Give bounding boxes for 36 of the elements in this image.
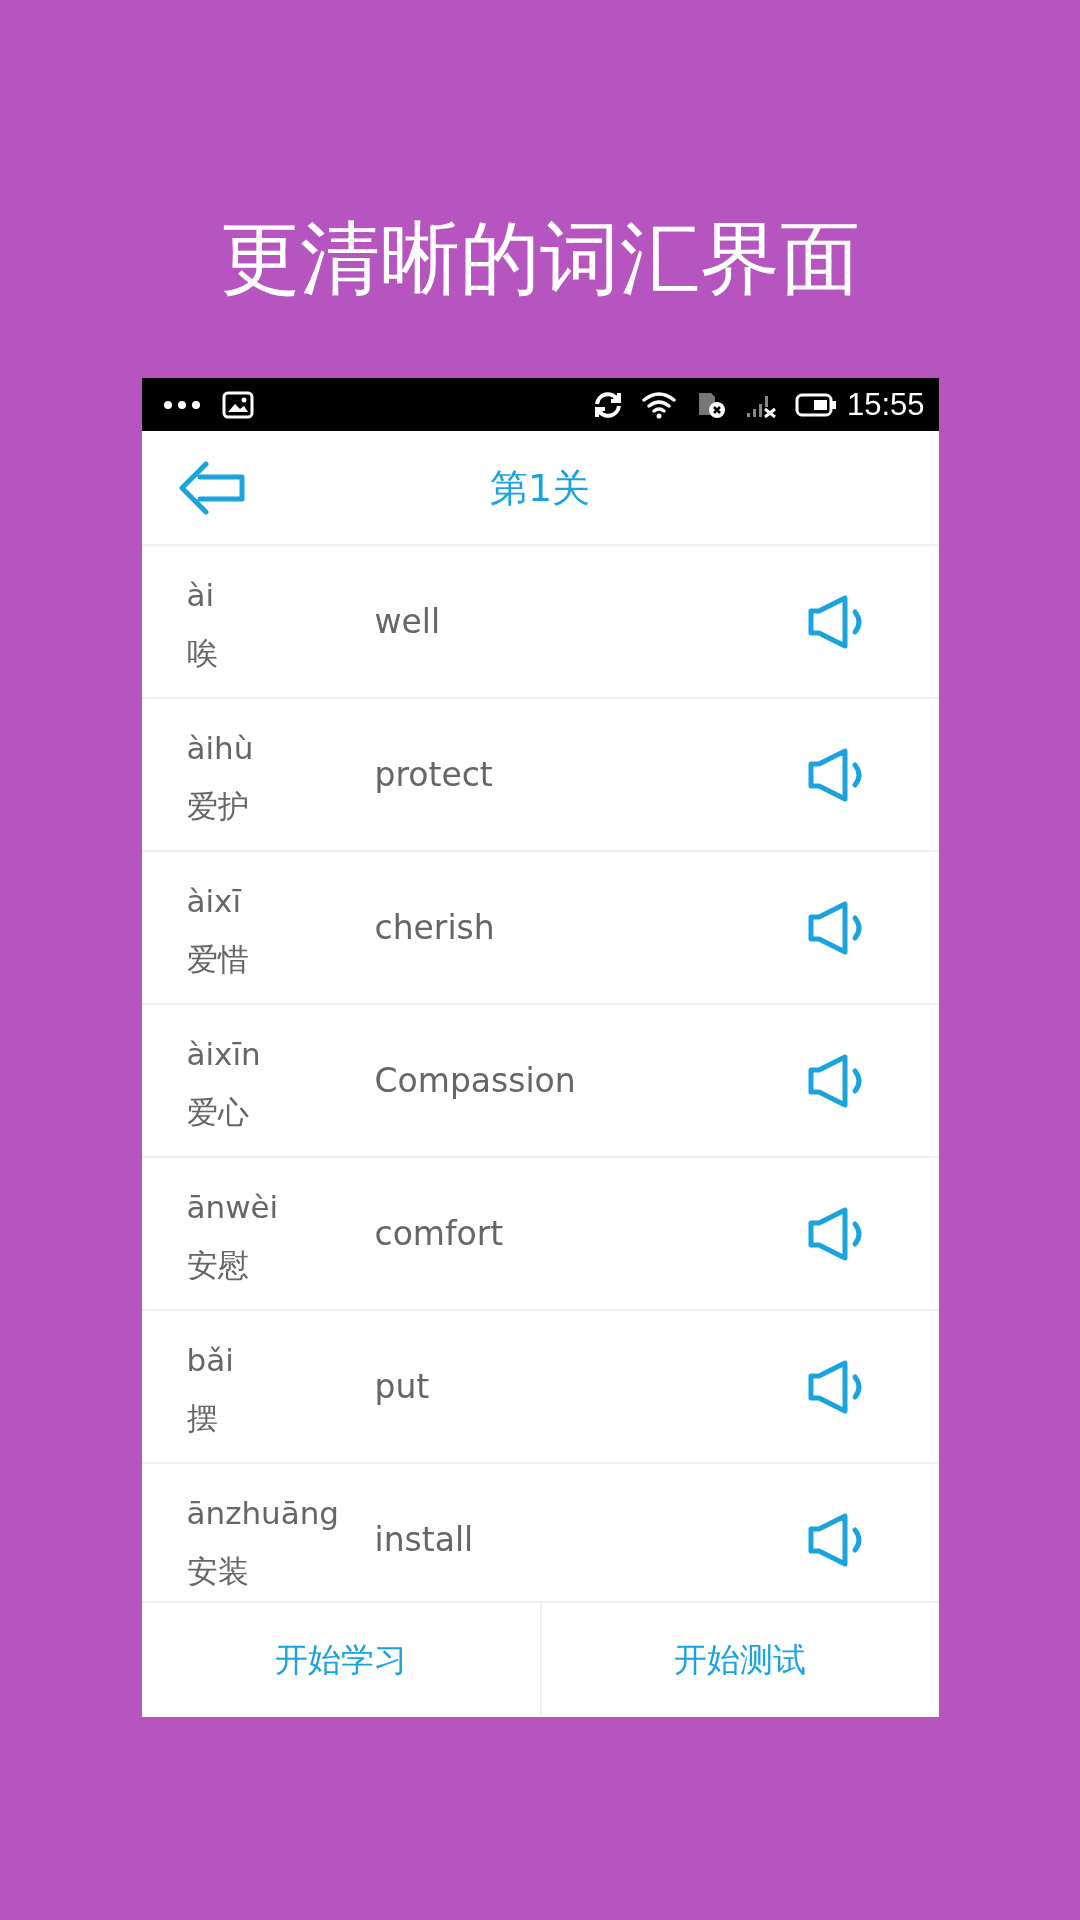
word-row[interactable]: bǎi 摆 put <box>141 1311 939 1464</box>
pinyin-text: àixīn <box>186 1034 261 1074</box>
back-button[interactable] <box>177 459 248 516</box>
hanzi-text: 爱护 <box>186 786 249 826</box>
pinyin-text: bǎi <box>186 1340 234 1380</box>
level-title: 第1关 <box>489 464 591 511</box>
word-row[interactable]: àihù 爱护 protect <box>141 699 939 852</box>
word-row[interactable]: ānwèi 安慰 comfort <box>141 1158 939 1311</box>
headline: 更清晰的词汇界面 <box>220 211 860 307</box>
hanzi-text: 爱惜 <box>186 939 249 979</box>
hanzi-text: 摆 <box>186 1398 218 1438</box>
english-text: well <box>374 600 442 643</box>
pinyin-text: ài <box>186 575 215 615</box>
hanzi-text: 爱心 <box>186 1092 249 1132</box>
english-text: comfort <box>374 1212 505 1255</box>
pinyin-text: ānzhuāng <box>186 1493 340 1533</box>
hanzi-text: 安装 <box>186 1551 249 1591</box>
word-row[interactable]: àixīn 爱心 Compassion <box>141 1005 939 1158</box>
word-row[interactable]: ài 唉 well <box>141 546 939 699</box>
pinyin-text: ānwèi <box>186 1187 279 1227</box>
word-row[interactable]: àixī 爱惜 cherish <box>141 852 939 1005</box>
pinyin-text: àihù <box>186 728 254 768</box>
image-icon <box>221 390 254 419</box>
more-dots-icon <box>163 400 200 409</box>
battery-icon <box>794 392 837 417</box>
hanzi-text: 安慰 <box>186 1245 249 1285</box>
hanzi-text: 唉 <box>186 633 218 673</box>
english-text: put <box>374 1365 431 1408</box>
sync-icon <box>592 390 623 419</box>
english-text: cherish <box>374 906 496 949</box>
english-text: protect <box>374 753 494 796</box>
status-time: 15:55 <box>846 386 925 423</box>
english-text: Compassion <box>374 1059 577 1102</box>
pinyin-text: àixī <box>186 881 242 921</box>
wifi-icon <box>640 390 677 419</box>
english-text: install <box>374 1518 475 1561</box>
